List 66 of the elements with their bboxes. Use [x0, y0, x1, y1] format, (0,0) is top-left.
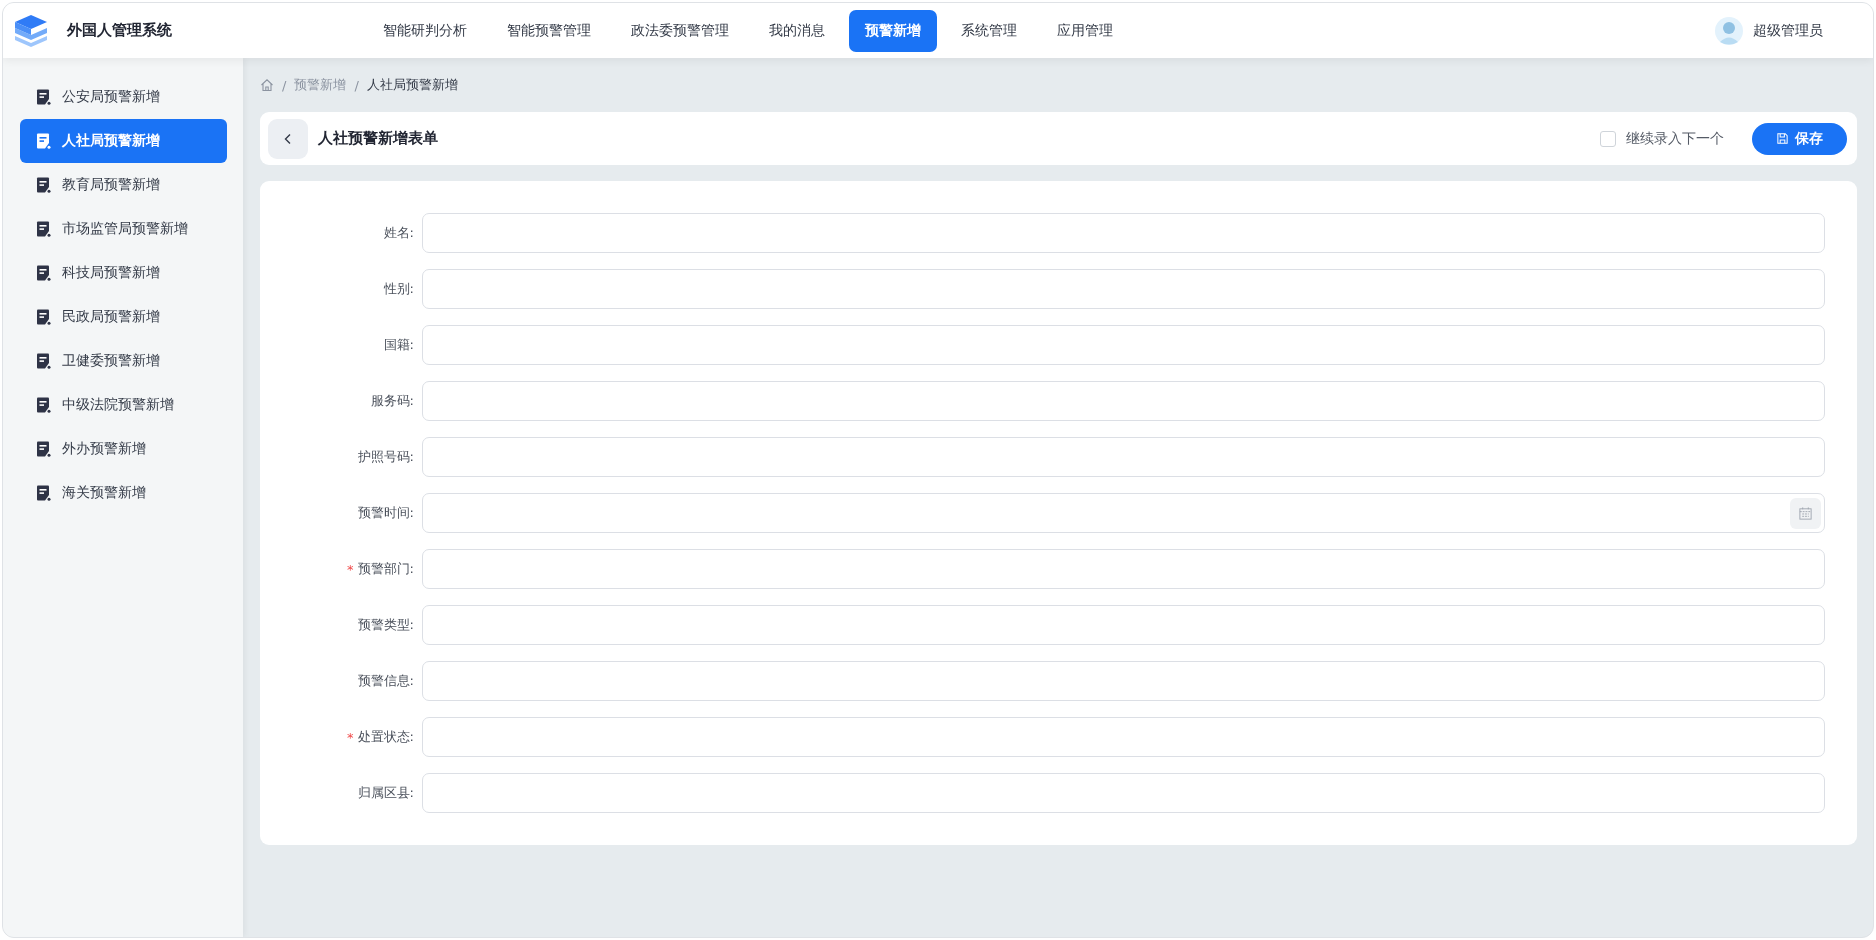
document-icon	[35, 485, 51, 501]
input-field[interactable]	[422, 773, 1825, 813]
document-icon	[35, 89, 51, 105]
home-icon[interactable]	[260, 78, 274, 92]
document-icon	[35, 397, 51, 413]
input-field[interactable]	[422, 605, 1825, 645]
input-field[interactable]	[422, 437, 1825, 477]
breadcrumb-separator: /	[354, 77, 359, 93]
required-mark: *	[347, 729, 354, 745]
sidebar-item[interactable]: 中级法院预警新增	[20, 383, 227, 427]
sidebar-item[interactable]: 民政局预警新增	[20, 295, 227, 339]
calendar-icon[interactable]	[1790, 497, 1821, 529]
breadcrumb-separator: /	[282, 77, 287, 93]
field-label: 预警信息:	[357, 672, 414, 690]
nav-tab[interactable]: 智能研判分析	[367, 9, 483, 52]
document-icon	[35, 309, 51, 325]
document-icon	[35, 441, 51, 457]
document-icon	[35, 265, 51, 281]
input-field[interactable]	[422, 661, 1825, 701]
save-button[interactable]: 保存	[1752, 122, 1847, 155]
field-label: 护照号码:	[357, 448, 414, 466]
sidebar-item[interactable]: 公安局预警新增	[20, 75, 227, 119]
field-label: 归属区县:	[357, 784, 414, 802]
sidebar-item[interactable]: 海关预警新增	[20, 471, 227, 515]
field-label: 处置状态:	[357, 728, 414, 746]
sidebar-item[interactable]: 市场监管局预警新增	[20, 207, 227, 251]
logo-icon	[13, 13, 49, 48]
document-icon	[35, 353, 51, 369]
required-mark: *	[347, 561, 354, 577]
input-field[interactable]	[422, 213, 1825, 253]
input-field[interactable]	[422, 549, 1825, 589]
user-name[interactable]: 超级管理员	[1753, 21, 1823, 40]
field-label: 预警部门:	[357, 560, 414, 578]
field-label: 预警时间:	[357, 504, 414, 522]
document-icon	[35, 221, 51, 237]
input-field[interactable]	[422, 381, 1825, 421]
checkbox[interactable]	[1600, 130, 1616, 147]
nav-tab[interactable]: 系统管理	[945, 9, 1033, 52]
field-label: 姓名:	[383, 224, 414, 242]
checkbox-label[interactable]: 继续录入下一个	[1626, 129, 1724, 148]
sidebar-item[interactable]: 教育局预警新增	[20, 163, 227, 207]
nav-tab[interactable]: 智能预警管理	[491, 9, 607, 52]
date-field[interactable]	[422, 493, 1825, 533]
input-field[interactable]	[422, 717, 1825, 757]
nav-tab[interactable]: 预警新增	[849, 9, 937, 52]
nav-tab[interactable]: 我的消息	[753, 9, 841, 52]
field-label: 服务码:	[370, 392, 414, 410]
app-title: 外国人管理系统	[67, 21, 172, 40]
sidebar-item[interactable]: 人社局预警新增	[20, 119, 227, 163]
field-label: 性别:	[383, 280, 414, 298]
form-title: 人社预警新增表单	[318, 129, 438, 148]
document-icon	[35, 177, 51, 193]
nav-tab[interactable]: 应用管理	[1041, 9, 1129, 52]
avatar-icon[interactable]	[1715, 16, 1743, 45]
back-button[interactable]	[268, 118, 308, 159]
field-label: 预警类型:	[357, 616, 414, 634]
save-icon	[1776, 132, 1789, 145]
sidebar-item[interactable]: 外办预警新增	[20, 427, 227, 471]
sidebar-item[interactable]: 科技局预警新增	[20, 251, 227, 295]
input-field[interactable]	[422, 325, 1825, 365]
breadcrumb-item: 人社局预警新增	[366, 76, 458, 94]
nav-tab[interactable]: 政法委预警管理	[615, 9, 745, 52]
document-icon	[35, 133, 51, 149]
field-label: 国籍:	[383, 336, 414, 354]
sidebar-item[interactable]: 卫健委预警新增	[20, 339, 227, 383]
input-field[interactable]	[422, 269, 1825, 309]
